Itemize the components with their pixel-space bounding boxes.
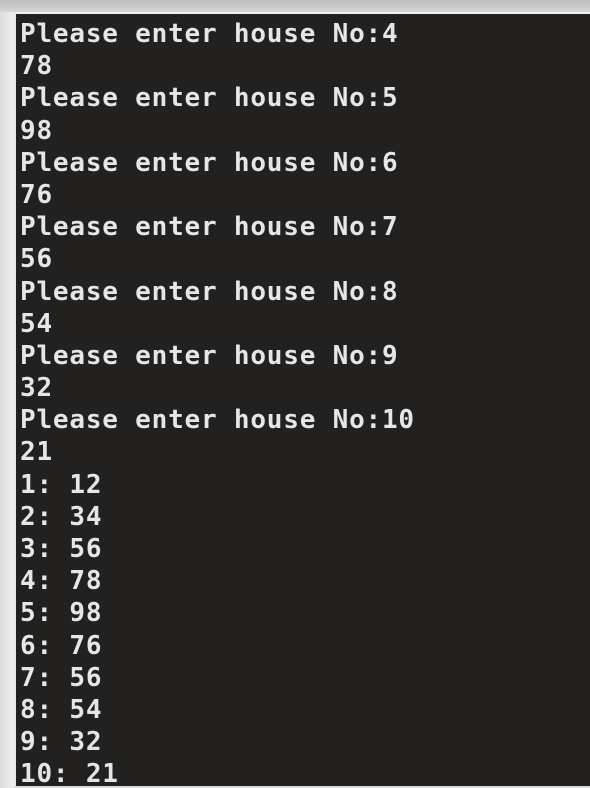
console-line: 54 — [20, 308, 53, 339]
console-line: 7: 56 — [20, 662, 103, 693]
console-line: 76 — [20, 179, 53, 210]
console-line: 56 — [20, 244, 53, 275]
console-line: 9: 32 — [20, 727, 103, 758]
console-window: Please enter house No:4 78 Please enter … — [0, 0, 590, 788]
console-line: 3: 56 — [20, 534, 103, 564]
console-line: Please enter house No:7 — [20, 212, 399, 243]
window-left-edge — [0, 12, 14, 788]
console-line: 78 — [20, 51, 53, 82]
console-line: Please enter house No:10 — [20, 405, 415, 436]
console-line: Please enter house No:6 — [20, 147, 399, 178]
console-line: 98 — [20, 115, 53, 146]
console-line: 21 — [20, 437, 53, 468]
console-line: 8: 54 — [20, 694, 103, 725]
console-line: 5: 98 — [20, 598, 103, 629]
console-line: 6: 76 — [20, 630, 103, 661]
console-line: 10: 21 — [20, 759, 119, 786]
console-lines: Please enter house No:4 78 Please enter … — [20, 18, 415, 786]
console-line: 1: 12 — [20, 469, 103, 500]
console-line: Please enter house No:4 — [20, 19, 399, 49]
console-line: 4: 78 — [20, 566, 103, 597]
console-line: 32 — [20, 373, 53, 404]
window-top-edge — [0, 0, 590, 12]
console-line: Please enter house No:8 — [20, 276, 399, 307]
console-line: Please enter house No:9 — [20, 340, 399, 371]
console-line: 2: 34 — [20, 501, 103, 532]
console-line: Please enter house No:5 — [20, 83, 399, 114]
console-output-area[interactable]: Please enter house No:4 78 Please enter … — [14, 12, 590, 786]
